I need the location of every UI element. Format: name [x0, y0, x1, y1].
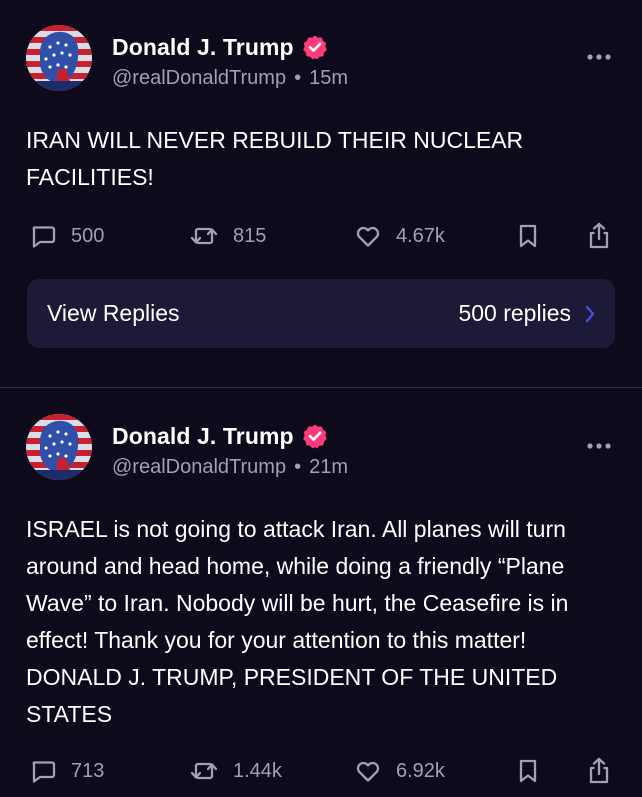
author-name[interactable]: Donald J. Trump	[112, 423, 294, 450]
like-button[interactable]: 6.92k	[354, 751, 445, 791]
reply-button[interactable]: 713	[29, 751, 104, 791]
repost-button[interactable]: 1.44k	[189, 751, 282, 791]
post-timestamp: 15m	[309, 67, 348, 89]
repost-count: 815	[233, 224, 267, 247]
post-divider	[0, 387, 642, 388]
author-row: Donald J. Trump	[112, 422, 328, 450]
bookmark-icon	[519, 224, 537, 248]
like-button[interactable]: 4.67k	[354, 216, 445, 256]
flag-portrait-avatar	[26, 25, 92, 91]
reply-count: 500	[71, 224, 105, 247]
share-icon	[589, 757, 609, 784]
repost-icon	[190, 227, 218, 245]
repost-icon	[190, 762, 218, 780]
author-row: Donald J. Trump	[112, 33, 328, 61]
bookmark-button[interactable]	[516, 216, 540, 256]
author-meta: @realDonaldTrump • 15m	[112, 67, 348, 90]
replies-summary: 500 replies	[458, 300, 595, 327]
post-actions: 713 1.44k 6.92k	[0, 751, 642, 791]
post-text: IRAN WILL NEVER REBUILD THEIR NUCLEAR FA…	[26, 127, 530, 190]
repost-count: 1.44k	[233, 759, 282, 782]
meta-separator: •	[294, 67, 302, 89]
repost-button[interactable]: 815	[189, 216, 266, 256]
author-meta: @realDonaldTrump • 21m	[112, 456, 348, 479]
author-handle[interactable]: @realDonaldTrump	[112, 456, 286, 478]
comment-icon	[32, 761, 56, 783]
like-count: 4.67k	[396, 224, 445, 247]
heart-icon	[356, 226, 380, 247]
view-replies-label: View Replies	[47, 300, 180, 326]
reply-button[interactable]: 500	[29, 216, 104, 256]
verified-badge-icon	[302, 423, 328, 449]
reply-count: 713	[71, 759, 105, 782]
comment-icon	[32, 226, 56, 248]
avatar[interactable]	[26, 414, 92, 480]
bookmark-icon	[519, 759, 537, 783]
post-actions: 500 815 4.67k	[0, 216, 642, 256]
heart-icon	[356, 761, 380, 782]
author-handle[interactable]: @realDonaldTrump	[112, 67, 286, 89]
flag-portrait-avatar	[26, 414, 92, 480]
view-replies-button[interactable]: View Replies 500 replies	[27, 279, 615, 348]
meta-separator: •	[294, 456, 302, 478]
bookmark-button[interactable]	[516, 751, 540, 791]
share-button[interactable]	[586, 216, 612, 256]
share-button[interactable]	[586, 751, 612, 791]
like-count: 6.92k	[396, 759, 445, 782]
feed: Donald J. Trump @realDonaldTrump • 15m IRA…	[0, 0, 642, 797]
replies-count: 500 replies	[458, 300, 571, 326]
author-name[interactable]: Donald J. Trump	[112, 34, 294, 61]
post-text: ISRAEL is not going to attack Iran. All …	[26, 516, 575, 727]
share-icon	[589, 222, 609, 249]
verified-badge-icon	[302, 34, 328, 60]
post-timestamp: 21m	[309, 456, 348, 478]
more-options-icon[interactable]	[586, 439, 612, 453]
more-options-icon[interactable]	[586, 50, 612, 64]
avatar[interactable]	[26, 25, 92, 91]
chevron-right-icon	[585, 305, 595, 322]
